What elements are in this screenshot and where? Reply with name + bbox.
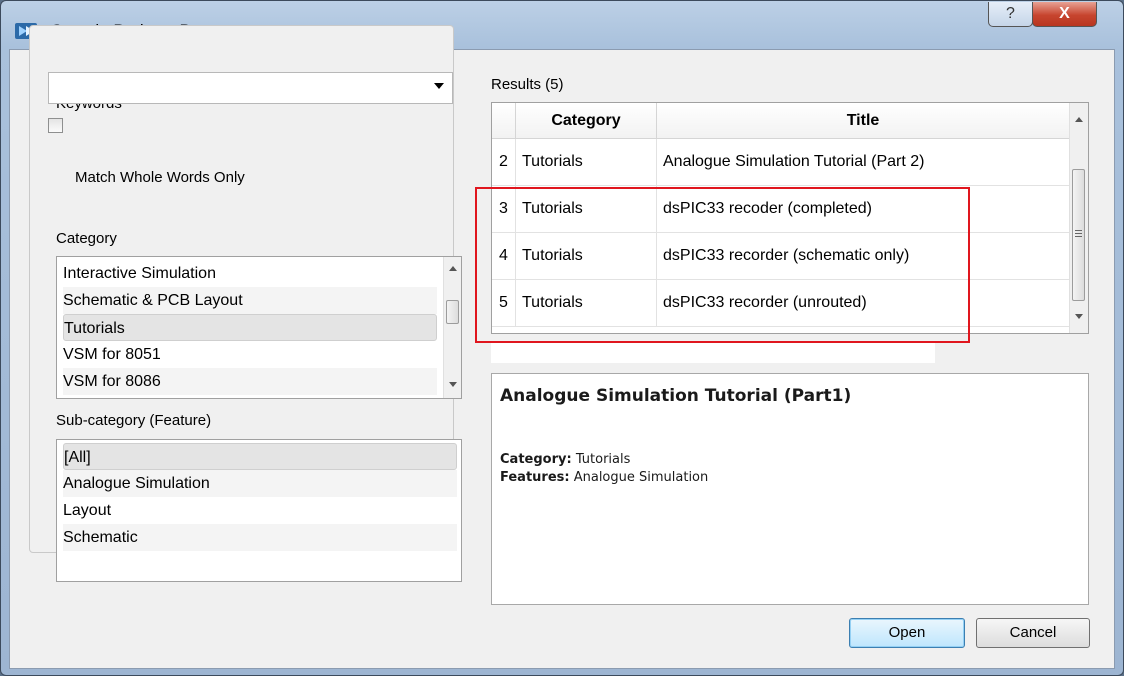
scroll-up-arrow-icon[interactable] — [449, 266, 457, 271]
scroll-grip-icon — [1075, 230, 1082, 237]
cancel-button[interactable]: Cancel — [976, 618, 1090, 648]
category-list[interactable]: Interactive Simulation Schematic & PCB L… — [56, 256, 462, 399]
row-category: Tutorials — [516, 139, 657, 185]
row-number: 2 — [492, 139, 516, 185]
results-horizontal-strip — [491, 343, 935, 363]
subcategory-item-analogue-simulation[interactable]: Analogue Simulation — [63, 470, 457, 497]
keywords-combobox[interactable] — [48, 72, 453, 104]
category-item-interactive-simulation[interactable]: Interactive Simulation — [63, 260, 437, 287]
detail-category-line: Category: Tutorials — [500, 452, 630, 467]
subcategory-item-all[interactable]: [All] — [63, 443, 457, 470]
results-scrollbar[interactable] — [1069, 103, 1088, 333]
category-scrollbar[interactable] — [443, 257, 461, 398]
detail-category-value: Tutorials — [575, 452, 631, 467]
column-header-title[interactable]: Title — [657, 103, 1070, 139]
results-label: Results (5) — [491, 76, 564, 93]
category-label: Category — [56, 230, 117, 247]
column-header-category[interactable]: Category — [516, 103, 657, 139]
match-whole-words-checkbox[interactable] — [48, 118, 63, 133]
category-item-schematic-pcb-layout[interactable]: Schematic & PCB Layout — [63, 287, 437, 314]
row-title: Analogue Simulation Tutorial (Part 2) — [663, 153, 925, 170]
close-icon: X — [1059, 5, 1070, 22]
help-icon: ? — [1006, 5, 1015, 22]
detail-features-value: Analogue Simulation — [573, 470, 709, 485]
close-button[interactable]: X — [1032, 2, 1097, 27]
category-scroll-thumb[interactable] — [446, 300, 459, 324]
row-number-header — [492, 103, 516, 139]
help-button[interactable]: ? — [988, 2, 1033, 27]
subcategory-item-schematic[interactable]: Schematic — [63, 524, 457, 551]
results-scroll-thumb[interactable] — [1072, 169, 1085, 301]
subcategory-list[interactable]: [All] Analogue Simulation Layout Schemat… — [56, 439, 462, 582]
dropdown-arrow-icon[interactable] — [434, 83, 444, 89]
open-button[interactable]: Open — [849, 618, 965, 648]
scroll-down-arrow-icon[interactable] — [449, 382, 457, 387]
scroll-down-arrow-icon[interactable] — [1075, 314, 1083, 319]
project-detail-panel: Analogue Simulation Tutorial (Part1) Cat… — [491, 373, 1089, 605]
subcategory-label: Sub-category (Feature) — [56, 412, 212, 429]
match-whole-words-label: Match Whole Words Only — [75, 169, 245, 186]
category-item-vsm-8086[interactable]: VSM for 8086 — [63, 368, 437, 395]
highlight-annotation-box — [475, 187, 970, 343]
detail-title: Analogue Simulation Tutorial (Part1) — [500, 386, 852, 406]
subcategory-item-layout[interactable]: Layout — [63, 497, 457, 524]
table-row[interactable]: 2 Tutorials Analogue Simulation Tutorial… — [492, 139, 1070, 186]
scroll-up-arrow-icon[interactable] — [1075, 117, 1083, 122]
category-item-vsm-8051[interactable]: VSM for 8051 — [63, 341, 437, 368]
detail-category-label: Category: — [500, 452, 572, 467]
category-item-tutorials[interactable]: Tutorials — [63, 314, 437, 341]
dialog-window: Sample Projects Browser ? X Keywords Mat… — [0, 0, 1124, 676]
detail-features-label: Features: — [500, 470, 570, 485]
detail-features-line: Features: Analogue Simulation — [500, 470, 708, 485]
